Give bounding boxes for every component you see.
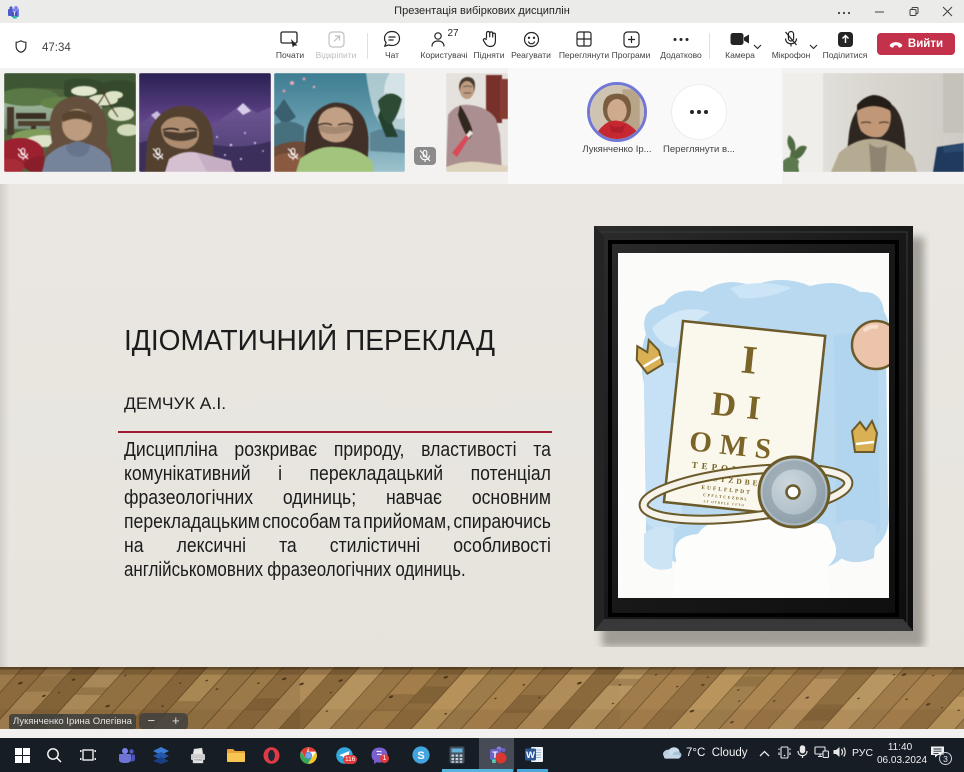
svg-text:S: S (417, 750, 424, 762)
svg-text:C: C (493, 759, 496, 764)
svg-text:DI: DI (710, 386, 773, 429)
svg-text:W: W (526, 750, 535, 761)
